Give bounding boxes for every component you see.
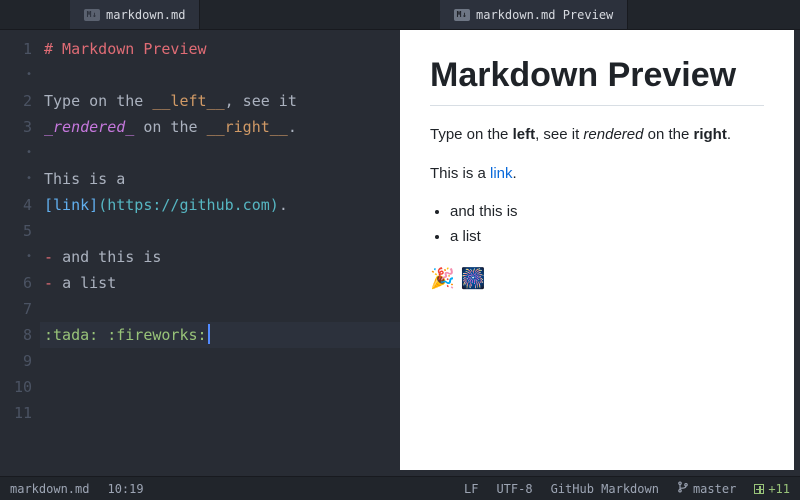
line-gutter: 1•23••45•67891011 bbox=[0, 30, 40, 476]
branch-name: master bbox=[693, 482, 736, 496]
line-number: 1 bbox=[0, 36, 32, 62]
markdown-icon: M↓ bbox=[454, 9, 470, 21]
editor-tab-label: markdown.md bbox=[106, 8, 185, 22]
line-number: • bbox=[0, 62, 32, 88]
preview-wrap: Markdown Preview Type on the left, see i… bbox=[400, 30, 800, 476]
status-grammar[interactable]: GitHub Markdown bbox=[551, 482, 659, 496]
preview-tabbar: M↓ markdown.md Preview bbox=[400, 0, 800, 30]
line-number: 4 bbox=[0, 192, 32, 218]
preview-paragraph: This is a link. bbox=[430, 163, 764, 186]
editor-tab[interactable]: M↓ markdown.md bbox=[70, 0, 200, 29]
git-branch-icon bbox=[677, 481, 689, 496]
editor-tabbar: M↓ markdown.md bbox=[0, 0, 400, 30]
split-panes: M↓ markdown.md 1•23••45•67891011 # Markd… bbox=[0, 0, 800, 476]
status-line-ending[interactable]: LF bbox=[464, 482, 478, 496]
code-lines: # Markdown Preview Type on the __left__,… bbox=[44, 36, 400, 374]
status-git-branch[interactable]: master bbox=[677, 481, 736, 496]
list-item: and this is bbox=[450, 201, 764, 224]
markdown-icon: M↓ bbox=[84, 9, 100, 21]
line-number: 10 bbox=[0, 374, 32, 400]
line-number: 9 bbox=[0, 348, 32, 374]
code-area[interactable]: # Markdown Preview Type on the __left__,… bbox=[40, 30, 400, 476]
line-number: • bbox=[0, 244, 32, 270]
diff-count: +11 bbox=[768, 482, 790, 496]
line-number: 6 bbox=[0, 270, 32, 296]
preview-paragraph: Type on the left, see it rendered on the… bbox=[430, 124, 764, 147]
status-filename[interactable]: markdown.md bbox=[10, 482, 89, 496]
line-number: 8 bbox=[0, 322, 32, 348]
preview-link[interactable]: link bbox=[490, 165, 513, 182]
status-encoding[interactable]: UTF-8 bbox=[496, 482, 532, 496]
line-number: 11 bbox=[0, 400, 32, 426]
editor-pane: M↓ markdown.md 1•23••45•67891011 # Markd… bbox=[0, 0, 400, 476]
diff-added-icon bbox=[754, 484, 764, 494]
line-number: 5 bbox=[0, 218, 32, 244]
line-number: 3 bbox=[0, 114, 32, 140]
status-cursor-position[interactable]: 10:19 bbox=[107, 482, 143, 496]
status-bar: markdown.md 10:19 LF UTF-8 GitHub Markdo… bbox=[0, 476, 800, 500]
line-number: • bbox=[0, 166, 32, 192]
line-number: • bbox=[0, 140, 32, 166]
text-cursor bbox=[208, 324, 210, 344]
status-git-diff[interactable]: +11 bbox=[754, 482, 790, 496]
line-number: 2 bbox=[0, 88, 32, 114]
text-editor[interactable]: 1•23••45•67891011 # Markdown Preview Typ… bbox=[0, 30, 400, 476]
preview-tab-label: markdown.md Preview bbox=[476, 8, 613, 22]
preview-list: and this is a list bbox=[450, 201, 764, 248]
preview-heading: Markdown Preview bbox=[430, 56, 764, 106]
preview-emoji: 🎉 🎆 bbox=[430, 264, 764, 294]
markdown-preview[interactable]: Markdown Preview Type on the left, see i… bbox=[400, 30, 794, 470]
list-item: a list bbox=[450, 226, 764, 249]
preview-tab[interactable]: M↓ markdown.md Preview bbox=[440, 0, 628, 29]
line-number: 7 bbox=[0, 296, 32, 322]
preview-pane: M↓ markdown.md Preview Markdown Preview … bbox=[400, 0, 800, 476]
